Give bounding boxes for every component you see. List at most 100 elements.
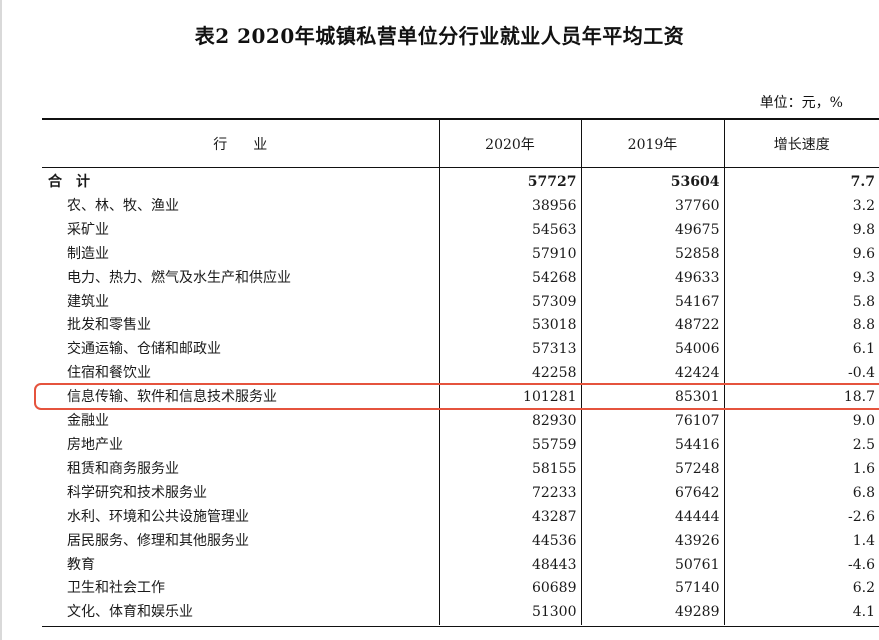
table-row: 采矿业 54563 49675 9.8 [42,218,879,243]
row-2019: 54006 [580,338,724,363]
wage-table: 行业 2020年 2019年 增长速度 合计 57727 53604 7.7 农… [42,118,879,626]
table-row: 科学研究和技术服务业 72233 67642 6.8 [42,481,879,506]
row-2020: 57910 [438,242,581,267]
row-industry: 文化、体育和娱乐业 [67,604,193,621]
header-industry: 行业 [42,118,439,168]
row-growth: 6.8 [723,481,879,506]
table-row: 教育 48443 50761 -4.6 [42,553,879,578]
row-2019: 57248 [580,457,724,482]
row-growth: 9.6 [723,242,879,267]
row-2020: 58155 [438,457,581,482]
row-industry: 制造业 [67,245,109,262]
row-2019: 50761 [580,553,724,578]
row-2019: 52858 [580,242,724,267]
table-row: 文化、体育和娱乐业 51300 49289 4.1 [42,601,879,626]
table-row: 农、林、牧、渔业 38956 37760 3.2 [42,194,879,219]
row-growth: -4.6 [723,553,879,578]
row-2020: 101281 [438,386,581,411]
row-growth: -0.4 [723,362,879,387]
row-2019: 54416 [580,433,724,458]
row-2019: 43926 [580,529,724,554]
row-2020: 82930 [438,410,581,434]
table-row: 居民服务、修理和其他服务业 44536 43926 1.4 [42,529,879,554]
row-growth: 18.7 [723,386,879,411]
row-growth: 9.3 [723,266,879,291]
row-growth: 1.4 [723,529,879,554]
table-row: 租赁和商务服务业 58155 57248 1.6 [42,457,879,482]
row-industry: 居民服务、修理和其他服务业 [67,532,249,549]
row-2020: 60689 [438,577,581,602]
row-industry: 建筑业 [67,293,109,310]
row-2020: 57313 [438,338,581,363]
row-growth: 6.2 [723,577,879,602]
row-2020: 54268 [438,266,581,291]
page-title: 表2 2020年城镇私营单位分行业就业人员年平均工资 [194,24,685,48]
row-industry: 农、林、牧、渔业 [67,197,179,214]
row-2019: 49675 [580,218,724,243]
row-2019: 44444 [580,505,724,530]
row-2020: 48443 [438,553,581,578]
row-2019: 54167 [580,290,724,315]
header-2019: 2019年 [580,118,724,168]
total-row: 合计 57727 53604 7.7 [42,167,879,195]
total-2019: 53604 [580,167,724,195]
row-growth: 9.0 [723,410,879,434]
row-2020: 43287 [438,505,581,530]
row-industry: 卫生和社会工作 [67,580,165,597]
row-2019: 76107 [580,410,724,434]
row-industry: 科学研究和技术服务业 [67,484,207,501]
table-row: 批发和零售业 53018 48722 8.8 [42,314,879,339]
row-industry: 水利、环境和公共设施管理业 [67,508,249,525]
total-label: 合计 [48,174,104,190]
header-2020: 2020年 [438,118,581,168]
row-2019: 57140 [580,577,724,602]
table-row: 卫生和社会工作 60689 57140 6.2 [42,577,879,602]
row-industry: 教育 [67,556,95,573]
row-growth: 2.5 [723,433,879,458]
row-2019: 48722 [580,314,724,339]
table-row: 交通运输、仓储和邮政业 57313 54006 6.1 [42,338,879,363]
row-2020: 38956 [438,194,581,219]
row-growth: 3.2 [723,194,879,219]
row-growth: 6.1 [723,338,879,363]
row-2020: 54563 [438,218,581,243]
row-industry: 信息传输、软件和信息技术服务业 [67,389,277,406]
row-industry: 金融业 [67,413,109,430]
table-bottom-rule [42,626,879,627]
row-2019: 49289 [580,601,724,626]
row-2019: 85301 [580,386,724,411]
row-growth: 9.8 [723,218,879,243]
row-2020: 57309 [438,290,581,315]
row-2020: 72233 [438,481,581,506]
row-2019: 67642 [580,481,724,506]
row-industry: 采矿业 [67,221,109,238]
table-row: 制造业 57910 52858 9.6 [42,242,879,267]
page-edge [0,0,2,640]
row-industry: 电力、热力、燃气及水生产和供应业 [67,269,291,286]
row-growth: 5.8 [723,290,879,315]
row-2019: 49633 [580,266,724,291]
row-2019: 42424 [580,362,724,387]
total-2020: 57727 [438,167,581,195]
row-2020: 44536 [438,529,581,554]
total-growth: 7.7 [723,167,879,195]
row-2020: 55759 [438,433,581,458]
row-growth: -2.6 [723,505,879,530]
row-industry: 房地产业 [67,436,123,453]
row-2020: 42258 [438,362,581,387]
row-growth: 1.6 [723,457,879,482]
table-row: 信息传输、软件和信息技术服务业 101281 85301 18.7 [42,386,879,411]
table-row: 住宿和餐饮业 42258 42424 -0.4 [42,362,879,387]
row-industry: 批发和零售业 [67,317,151,334]
table-row: 电力、热力、燃气及水生产和供应业 54268 49633 9.3 [42,266,879,291]
row-growth: 8.8 [723,314,879,339]
row-2020: 51300 [438,601,581,626]
table-row: 房地产业 55759 54416 2.5 [42,433,879,458]
unit-note: 单位：元，% [759,95,843,111]
row-industry: 交通运输、仓储和邮政业 [67,341,221,358]
header-row: 行业 2020年 2019年 增长速度 [42,118,879,168]
table-row: 水利、环境和公共设施管理业 43287 44444 -2.6 [42,505,879,530]
row-2020: 53018 [438,314,581,339]
row-industry: 住宿和餐饮业 [67,365,151,382]
table-row: 建筑业 57309 54167 5.8 [42,290,879,315]
